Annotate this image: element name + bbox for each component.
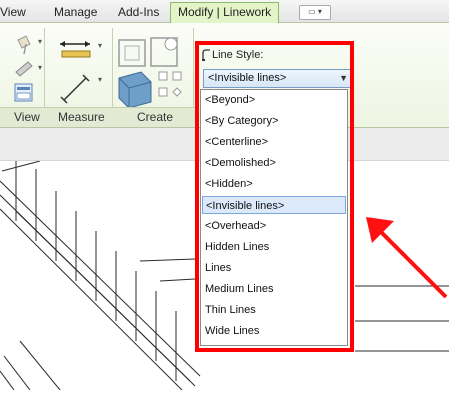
list-item[interactable]: Thin Lines [205, 301, 256, 319]
tab-view[interactable]: View [0, 4, 26, 20]
line-style-dropdown-list: <Beyond> <By Category> <Centerline> <Dem… [200, 89, 348, 346]
line-style-combo[interactable]: <Invisible lines> ▼ [203, 69, 353, 88]
line-style-value: <Invisible lines> [208, 72, 287, 84]
list-item[interactable]: Medium Lines [205, 280, 273, 298]
ribbon-minimize-dropdown[interactable]: ▭ ▾ [299, 5, 331, 20]
tab-manage[interactable]: Manage [54, 4, 97, 20]
arrow-annotation [366, 217, 448, 299]
svg-text:▾: ▾ [98, 41, 102, 50]
list-item[interactable]: Wide Lines [205, 322, 259, 340]
panel-label-view: View [14, 110, 40, 124]
line-style-label: Line Style: [212, 49, 264, 61]
list-item[interactable]: <Centerline> [205, 133, 268, 151]
list-item[interactable]: Hidden Lines [205, 238, 269, 256]
measure-between-icon[interactable]: ▾ [58, 38, 108, 60]
list-item[interactable]: <Demolished> [205, 154, 276, 172]
svg-text:▾: ▾ [38, 37, 42, 46]
measure-along-icon[interactable]: ▾ [58, 70, 108, 106]
svg-text:▾: ▾ [38, 63, 42, 72]
list-item[interactable]: Lines [205, 259, 231, 277]
chevron-down-icon[interactable]: ▼ [339, 73, 348, 83]
tab-add-ins[interactable]: Add-Ins [118, 4, 159, 20]
list-item[interactable]: <By Category> [205, 112, 278, 130]
list-item-selected[interactable]: <Invisible lines> [202, 196, 346, 214]
list-item[interactable]: <Overhead> [205, 217, 266, 235]
create-similar-icon[interactable] [115, 32, 191, 110]
list-item[interactable]: <Hidden> [205, 175, 253, 193]
panel-label-create: Create [137, 110, 174, 124]
view-panel-icon[interactable] [14, 83, 34, 103]
svg-text:▾: ▾ [98, 75, 102, 84]
paint-icon[interactable]: ▾ ▾ [12, 32, 48, 90]
tab-modify-linework[interactable]: Modify | Linework [170, 2, 280, 23]
panel-label-measure: Measure [58, 110, 105, 124]
list-item[interactable]: <Beyond> [205, 91, 255, 109]
ribbon-tab-bar: View Manage Add-Ins Modify | Linework ▭ … [0, 0, 449, 23]
